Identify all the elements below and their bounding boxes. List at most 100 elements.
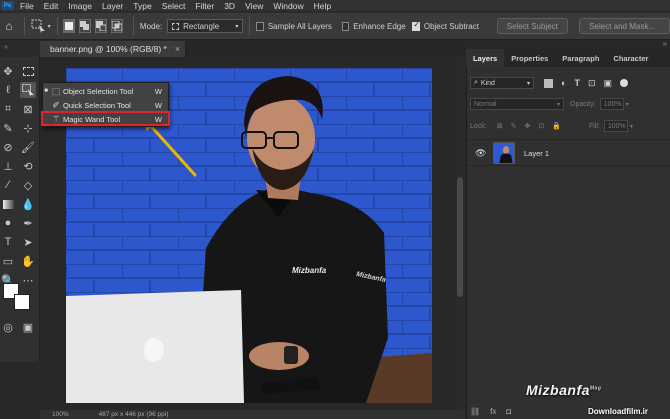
brand-watermark: MizbanfaMag <box>526 382 601 398</box>
panel-collapse-icon[interactable]: » <box>632 39 670 49</box>
more-tools-icon[interactable]: ⋯ <box>20 272 36 288</box>
flyout-object-selection[interactable]: ■ ⬚ Object Selection Tool W <box>43 84 168 98</box>
layers-panel-footer: ⛓ fx ◘ <box>470 405 530 417</box>
chevron-down-icon: ▾ <box>625 101 629 108</box>
object-selection-tool-icon[interactable] <box>20 82 36 98</box>
mask-icon[interactable]: ◘ <box>506 407 511 416</box>
shape-filter-icon[interactable]: ⊡ <box>588 78 596 89</box>
menu-edit[interactable]: Edit <box>39 1 64 11</box>
path-selection-tool-icon[interactable]: ➤ <box>20 234 36 250</box>
intersect-selection-button[interactable] <box>111 19 124 33</box>
tab-properties[interactable]: Properties <box>504 49 555 67</box>
tab-paragraph[interactable]: Paragraph <box>555 49 606 67</box>
vertical-scrollbar[interactable] <box>455 57 465 410</box>
add-to-selection-button[interactable] <box>79 19 92 33</box>
panel-tabs: Layers Properties Paragraph Character <box>466 49 670 67</box>
close-icon[interactable]: × <box>175 44 180 54</box>
lock-transparent-icon[interactable]: ⊠ <box>497 122 503 130</box>
history-brush-tool-icon[interactable]: ⟲ <box>20 158 36 174</box>
opacity-field[interactable]: 100% <box>599 98 624 110</box>
filter-toggle-icon[interactable] <box>620 79 628 87</box>
lock-artboard-icon[interactable]: ⊡ <box>538 122 544 130</box>
link-icon[interactable]: ⛓ <box>470 407 480 416</box>
collapse-icon[interactable]: » <box>4 44 8 51</box>
lock-position-icon[interactable]: ✥ <box>524 122 530 130</box>
brush-tool-icon[interactable]: 🖌 <box>20 139 36 155</box>
magic-wand-highlight-box <box>41 111 170 126</box>
clone-stamp-tool-icon[interactable]: ⊥ <box>0 158 16 174</box>
object-subtract-label: Object Subtract <box>423 21 479 31</box>
site-watermark: Downloadfilm.ir <box>588 407 648 416</box>
menu-view[interactable]: View <box>240 1 268 11</box>
quick-mask-icon[interactable]: ◎ <box>0 319 16 335</box>
menu-file[interactable]: File <box>15 1 39 11</box>
ruler-tool-icon[interactable]: ⊹ <box>20 120 36 136</box>
type-tool-icon[interactable]: T <box>0 234 16 250</box>
screen-mode-icon[interactable]: ▣ <box>20 319 36 335</box>
select-subject-button[interactable]: Select Subject <box>496 18 568 34</box>
options-bar: ⌂ ▾ Mode: Rectangle ▾ Sample All Layers … <box>0 12 670 40</box>
marquee-tool-icon[interactable] <box>20 63 36 79</box>
gradient-tool-icon[interactable] <box>0 196 16 212</box>
flyout-quick-selection[interactable]: ✐ Quick Selection Tool W <box>43 98 168 112</box>
hand-tool-icon[interactable]: ✋ <box>20 253 36 269</box>
menu-image[interactable]: Image <box>63 1 97 11</box>
layer-row[interactable]: 👁 Layer 1 <box>467 139 670 166</box>
menu-type[interactable]: Type <box>128 1 156 11</box>
lock-image-icon[interactable]: ✎ <box>511 122 517 130</box>
move-tool-icon[interactable]: ✥ <box>0 63 16 79</box>
crop-tool-icon[interactable]: ⌗ <box>0 101 16 117</box>
menu-select[interactable]: Select <box>157 1 191 11</box>
fill-field[interactable]: 100% <box>603 120 628 132</box>
tool-preset-picker[interactable]: ▾ <box>31 18 51 34</box>
blend-mode-select[interactable]: Normal ▾ <box>470 98 564 110</box>
enhance-edge-label: Enhance Edge <box>353 21 406 31</box>
blur-tool-icon[interactable]: 💧 <box>20 196 36 212</box>
eyedropper-tool-icon[interactable]: ✎ <box>0 120 16 136</box>
mode-value: Rectangle <box>183 21 220 31</box>
smart-object-filter-icon[interactable]: ▣ <box>603 78 612 89</box>
pixel-filter-icon[interactable] <box>544 78 553 88</box>
lock-all-icon[interactable]: 🔒 <box>552 122 561 130</box>
new-selection-button[interactable] <box>63 19 76 33</box>
mode-select[interactable]: Rectangle ▾ <box>167 19 244 33</box>
lasso-tool-icon[interactable]: ℓ <box>0 82 16 98</box>
intersect-selection-icon <box>112 21 123 31</box>
tab-character[interactable]: Character <box>606 49 655 67</box>
lock-label: Lock: <box>470 122 487 130</box>
adjustment-filter-icon[interactable]: ◐ <box>561 78 566 88</box>
divider <box>56 17 58 35</box>
fx-icon[interactable]: fx <box>490 407 496 416</box>
rectangle-tool-icon[interactable]: ▭ <box>0 253 16 269</box>
menu-3d[interactable]: 3D <box>219 1 240 11</box>
healing-brush-tool-icon[interactable]: ⊘ <box>0 139 16 155</box>
sample-all-layers-checkbox[interactable] <box>256 21 264 31</box>
zoom-level[interactable]: 100% <box>52 411 69 418</box>
home-icon[interactable]: ⌂ <box>0 18 18 34</box>
eye-icon[interactable]: 👁 <box>475 148 486 159</box>
object-subtract-checkbox[interactable] <box>412 20 420 31</box>
dodge-tool-icon[interactable]: ● <box>0 215 16 231</box>
subtract-selection-icon <box>96 21 107 31</box>
pen-tool-icon[interactable]: ✒ <box>20 215 36 231</box>
tab-layers[interactable]: Layers <box>466 49 505 67</box>
menu-help[interactable]: Help <box>309 1 336 11</box>
scrollbar-thumb[interactable] <box>457 177 463 297</box>
menu-filter[interactable]: Filter <box>190 1 219 11</box>
frame-tool-icon[interactable]: ⊠ <box>20 101 36 117</box>
document-tab[interactable]: banner.png @ 100% (RGB/8) * × <box>40 41 186 57</box>
menu-window[interactable]: Window <box>268 1 308 11</box>
filter-kind-select[interactable]: ⌕ Kind ▾ <box>470 77 534 89</box>
select-and-mask-button[interactable]: Select and Mask... <box>579 18 670 34</box>
menu-layer[interactable]: Layer <box>97 1 128 11</box>
sample-all-layers-label: Sample All Layers <box>267 21 332 31</box>
background-color-swatch[interactable] <box>14 294 30 310</box>
chevron-down-icon: ▾ <box>556 101 560 108</box>
eraser-tool-icon[interactable]: ◇ <box>20 177 36 193</box>
layer-thumbnail-image <box>499 146 513 163</box>
quick-selection-icon: ✐ <box>52 99 60 110</box>
enhance-edge-checkbox[interactable] <box>341 21 350 31</box>
type-filter-icon[interactable]: T <box>574 78 580 88</box>
brush-alt-icon[interactable]: ∕ <box>0 177 16 193</box>
subtract-from-selection-button[interactable] <box>95 19 108 33</box>
